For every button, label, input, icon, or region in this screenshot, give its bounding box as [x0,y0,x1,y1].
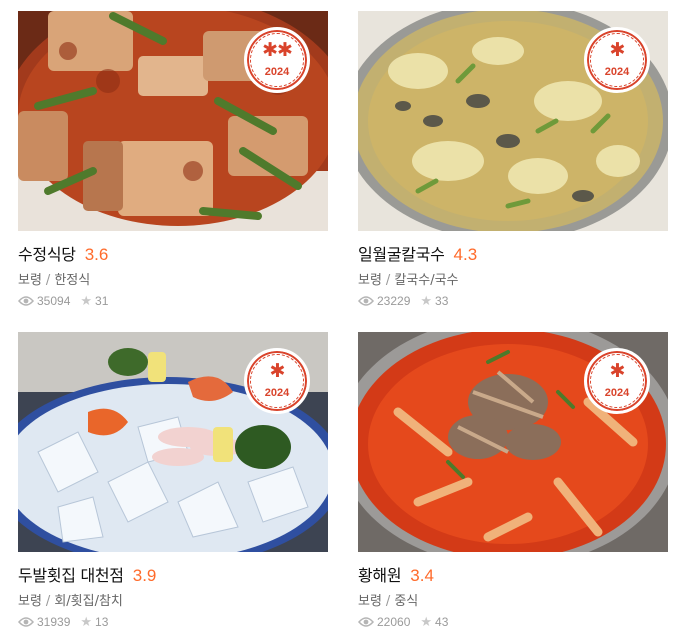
restaurant-name[interactable]: 수정식당 [18,241,76,265]
badge-year: 2024 [264,387,290,399]
badge-star-icon: ✱ [609,39,626,61]
star-icon: ★ [80,293,93,308]
meta-separator: / [45,594,51,609]
restaurant-region: 보령 [358,273,382,288]
meta-separator: / [385,594,391,609]
award-badge: ✱✱ 2024 [244,27,310,93]
restaurant-region: 보령 [358,594,382,609]
restaurant-name[interactable]: 두발횟집 대천점 [18,562,124,586]
restaurant-score: 3.6 [84,245,109,264]
badge-star-icon: ✱ [269,360,286,382]
review-count: 43 [435,615,449,629]
award-badge: ✱ 2024 [244,348,310,414]
title-row: 일월굴칼국수 4.3 [358,241,668,265]
award-badge: ✱ 2024 [584,348,650,414]
title-row: 황해원 3.4 [358,562,668,586]
restaurant-score: 4.3 [453,245,478,264]
restaurant-category: 한정식 [54,273,91,288]
badge-year: 2024 [604,387,630,399]
restaurant-name[interactable]: 황해원 [358,562,402,586]
award-badge: ✱ 2024 [584,27,650,93]
restaurant-score: 3.9 [132,566,157,585]
title-row: 수정식당 3.6 [18,241,328,265]
review-count: 31 [95,294,109,308]
meta-separator: / [45,273,51,288]
restaurant-stats: 22060 ★ 43 [358,614,668,630]
eye-icon [358,296,374,306]
restaurant-grid: ✱✱ 2024 수정식당 3.6 보령 / 한정식 35094 ★ 31 ✱ 2… [0,0,683,632]
restaurant-photo[interactable]: ✱ 2024 [18,332,328,552]
star-icon: ★ [420,614,433,629]
eye-icon [18,617,34,627]
badge-star-icon: ✱ [609,360,626,382]
restaurant-meta: 보령 / 회/횟집/참치 [18,590,328,609]
restaurant-stats: 31939 ★ 13 [18,614,328,630]
view-count: 23229 [377,294,411,308]
view-count: 22060 [377,615,411,629]
restaurant-card[interactable]: ✱✱ 2024 수정식당 3.6 보령 / 한정식 35094 ★ 31 [18,11,328,309]
restaurant-meta: 보령 / 칼국수/국수 [358,269,668,288]
restaurant-name[interactable]: 일월굴칼국수 [358,241,445,265]
restaurant-category: 중식 [394,594,419,609]
restaurant-score: 3.4 [410,566,434,585]
restaurant-meta: 보령 / 한정식 [18,269,328,288]
restaurant-stats: 35094 ★ 31 [18,293,328,309]
star-icon: ★ [80,614,93,629]
restaurant-card[interactable]: ✱ 2024 두발횟집 대천점 3.9 보령 / 회/횟집/참치 31939 ★ 1… [18,332,328,630]
review-count: 13 [95,615,109,629]
restaurant-meta: 보령 / 중식 [358,590,668,609]
restaurant-category: 회/횟집/참치 [54,594,123,609]
meta-separator: / [385,273,391,288]
restaurant-stats: 23229 ★ 33 [358,293,668,309]
badge-year: 2024 [604,66,630,78]
eye-icon [358,617,374,627]
restaurant-photo[interactable]: ✱✱ 2024 [18,11,328,231]
view-count: 35094 [37,294,71,308]
badge-year: 2024 [264,66,290,78]
title-row: 두발횟집 대천점 3.9 [18,562,328,586]
review-count: 33 [435,294,449,308]
badge-stars-icon: ✱✱ [262,39,293,61]
restaurant-region: 보령 [18,273,42,288]
restaurant-category: 칼국수/국수 [394,273,459,288]
restaurant-photo[interactable]: ✱ 2024 [358,332,668,552]
restaurant-region: 보령 [18,594,42,609]
restaurant-card[interactable]: ✱ 2024 황해원 3.4 보령 / 중식 22060 ★ 43 [358,332,668,630]
eye-icon [18,296,34,306]
restaurant-card[interactable]: ✱ 2024 일월굴칼국수 4.3 보령 / 칼국수/국수 23229 ★ 33 [358,11,668,309]
star-icon: ★ [420,293,433,308]
restaurant-photo[interactable]: ✱ 2024 [358,11,668,231]
view-count: 31939 [37,615,71,629]
